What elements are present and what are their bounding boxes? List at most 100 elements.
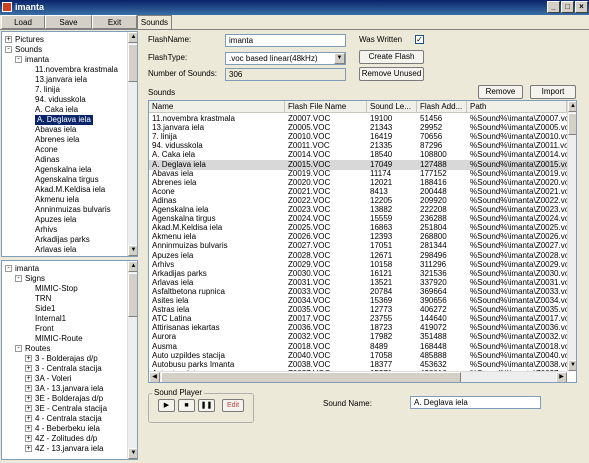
column-header[interactable]: Name (149, 101, 285, 113)
routes-tree[interactable]: - imanta - Signs MIMIC-Stop TRN Side1 Internal1… (1, 260, 138, 460)
pause-button[interactable]: ❚❚ (198, 399, 215, 412)
routes-scrollbar[interactable]: ▲ ▼ (127, 261, 137, 459)
flashtype-select[interactable]: .voc based linear(48kHz) ▼ (225, 52, 346, 65)
sound-name-field[interactable]: A. Deglava iela (410, 396, 541, 409)
tree-item[interactable]: Routes (25, 344, 50, 354)
tree-item[interactable]: Arhivs (35, 225, 57, 235)
column-header[interactable]: Flash File Name (285, 101, 367, 113)
tree-item[interactable]: TRN (35, 294, 51, 304)
tree-item[interactable]: 4 - Centrala stacija (35, 414, 102, 424)
tree-item[interactable]: 13.janvara iela (35, 75, 87, 85)
expand-icon[interactable]: + (25, 445, 32, 452)
scroll-up-icon[interactable]: ▲ (128, 261, 137, 272)
tree-scrollbar[interactable]: ▲ ▼ (127, 32, 137, 256)
tree-item[interactable]: 7. linija (35, 85, 60, 95)
tree-item[interactable]: imanta (25, 55, 49, 65)
column-header[interactable]: Sound Le... (367, 101, 417, 113)
remove-unused-button[interactable]: Remove Unused (359, 67, 424, 81)
tree-item[interactable]: 3A - Voleri (35, 374, 71, 384)
column-header[interactable]: Path (467, 101, 567, 113)
expand-icon[interactable]: + (25, 435, 32, 442)
sounds-table[interactable]: Name Flash File Name Sound Le... Flash Add.… (148, 100, 577, 383)
scroll-up-icon[interactable]: ▲ (568, 101, 576, 112)
expand-icon[interactable]: + (25, 405, 32, 412)
scroll-right-icon[interactable]: ▶ (556, 372, 567, 382)
table-vscrollbar[interactable]: ▲ ▼ (567, 101, 576, 371)
sounds-tree[interactable]: + Pictures - Sounds - imanta 11.novembra krast… (1, 31, 138, 257)
tree-item[interactable]: Abavas iela (35, 125, 76, 135)
flashname-input[interactable]: imanta (225, 34, 346, 47)
chevron-down-icon[interactable]: ▼ (334, 53, 345, 64)
edit-button[interactable]: Edit (222, 399, 244, 412)
tab-sounds[interactable]: Sounds (137, 15, 172, 29)
column-header[interactable]: Flash Add... (417, 101, 467, 113)
expand-icon[interactable]: + (5, 36, 12, 43)
scroll-thumb[interactable] (128, 273, 137, 317)
expand-icon[interactable]: + (25, 355, 32, 362)
tree-item[interactable]: 3A - 13.janvara iela (35, 384, 104, 394)
tree-item[interactable]: Acone (35, 145, 58, 155)
tab-load[interactable]: Load (1, 15, 45, 29)
maximize-button[interactable]: □ (561, 1, 574, 13)
tree-item[interactable]: 3E - Bolderajas d/p (35, 394, 103, 404)
tree-item[interactable]: Arlavas iela (35, 245, 76, 255)
table-hscrollbar[interactable]: ◀ ▶ (149, 371, 567, 382)
tree-item[interactable]: Agenskalna tirgus (35, 175, 99, 185)
tree-item[interactable]: 94. vidusskola (35, 95, 86, 105)
close-button[interactable]: × (575, 1, 588, 13)
tree-item[interactable]: Akmenu iela (35, 195, 79, 205)
tree-item[interactable]: 3 - Bolderajas d/p (35, 354, 98, 364)
tree-item[interactable]: Signs (25, 274, 45, 284)
tree-item[interactable]: 4Z - Zolitudes d/p (35, 434, 97, 444)
scroll-up-icon[interactable]: ▲ (128, 32, 137, 43)
tree-item[interactable]: Agenskalna iela (35, 165, 91, 175)
minimize-button[interactable]: _ (547, 1, 560, 13)
scroll-thumb[interactable] (568, 113, 576, 135)
collapse-icon[interactable]: - (15, 56, 22, 63)
tree-item[interactable]: Abrenes iela (35, 135, 79, 145)
collapse-icon[interactable]: - (15, 275, 22, 282)
collapse-icon[interactable]: - (15, 345, 22, 352)
scroll-down-icon[interactable]: ▼ (568, 360, 576, 371)
collapse-icon[interactable]: - (5, 265, 12, 272)
tree-item[interactable]: MIMIC-Stop (35, 284, 78, 294)
play-button[interactable]: ▶ (158, 399, 175, 412)
expand-icon[interactable]: + (25, 425, 32, 432)
tree-item[interactable]: 4Z - 13.janvara iela (35, 444, 103, 454)
hscroll-thumb[interactable] (161, 372, 461, 382)
was-written-checkbox[interactable]: ✓ (415, 35, 424, 44)
tree-item[interactable]: Sounds (15, 45, 42, 55)
scroll-down-icon[interactable]: ▼ (128, 245, 137, 256)
tree-item[interactable]: 3 - Centrala stacija (35, 364, 102, 374)
tree-item[interactable]: Internal1 (35, 314, 66, 324)
tab-save[interactable]: Save (45, 15, 92, 29)
tree-item[interactable]: 11.novembra krastmala (35, 65, 118, 75)
expand-icon[interactable]: + (25, 385, 32, 392)
tree-item[interactable]: MIMIC-Route (35, 334, 83, 344)
tree-item[interactable]: Pictures (15, 35, 44, 45)
tree-item[interactable]: Apuzes iela (35, 215, 76, 225)
tree-item[interactable]: Akad.M.Keldisa iela (35, 185, 105, 195)
tree-item[interactable]: Side1 (35, 304, 55, 314)
expand-icon[interactable]: + (25, 375, 32, 382)
remove-button[interactable]: Remove (478, 85, 523, 99)
scroll-left-icon[interactable]: ◀ (149, 372, 160, 382)
create-flash-button[interactable]: Create Flash (359, 50, 424, 64)
tree-item[interactable]: imanta (15, 264, 39, 274)
tree-item[interactable]: A. Deglava iela (35, 115, 93, 125)
tree-item[interactable]: 4 - Beberbeku iela (35, 424, 100, 434)
scroll-down-icon[interactable]: ▼ (128, 448, 137, 459)
scroll-thumb[interactable] (128, 44, 137, 82)
expand-icon[interactable]: + (25, 415, 32, 422)
expand-icon[interactable]: + (25, 365, 32, 372)
tree-item[interactable]: 3E - Centrala stacija (35, 404, 107, 414)
stop-button[interactable]: ■ (178, 399, 195, 412)
tree-item[interactable]: Adinas (35, 155, 59, 165)
expand-icon[interactable]: + (25, 395, 32, 402)
tree-item[interactable]: A. Caka iela (35, 105, 78, 115)
tree-item[interactable]: Arkadijas parks (35, 235, 90, 245)
tree-item[interactable]: Anninmuizas bulvaris (35, 205, 111, 215)
tree-item[interactable]: Front (35, 324, 54, 334)
collapse-icon[interactable]: - (5, 46, 12, 53)
tab-exit[interactable]: Exit (92, 15, 137, 29)
